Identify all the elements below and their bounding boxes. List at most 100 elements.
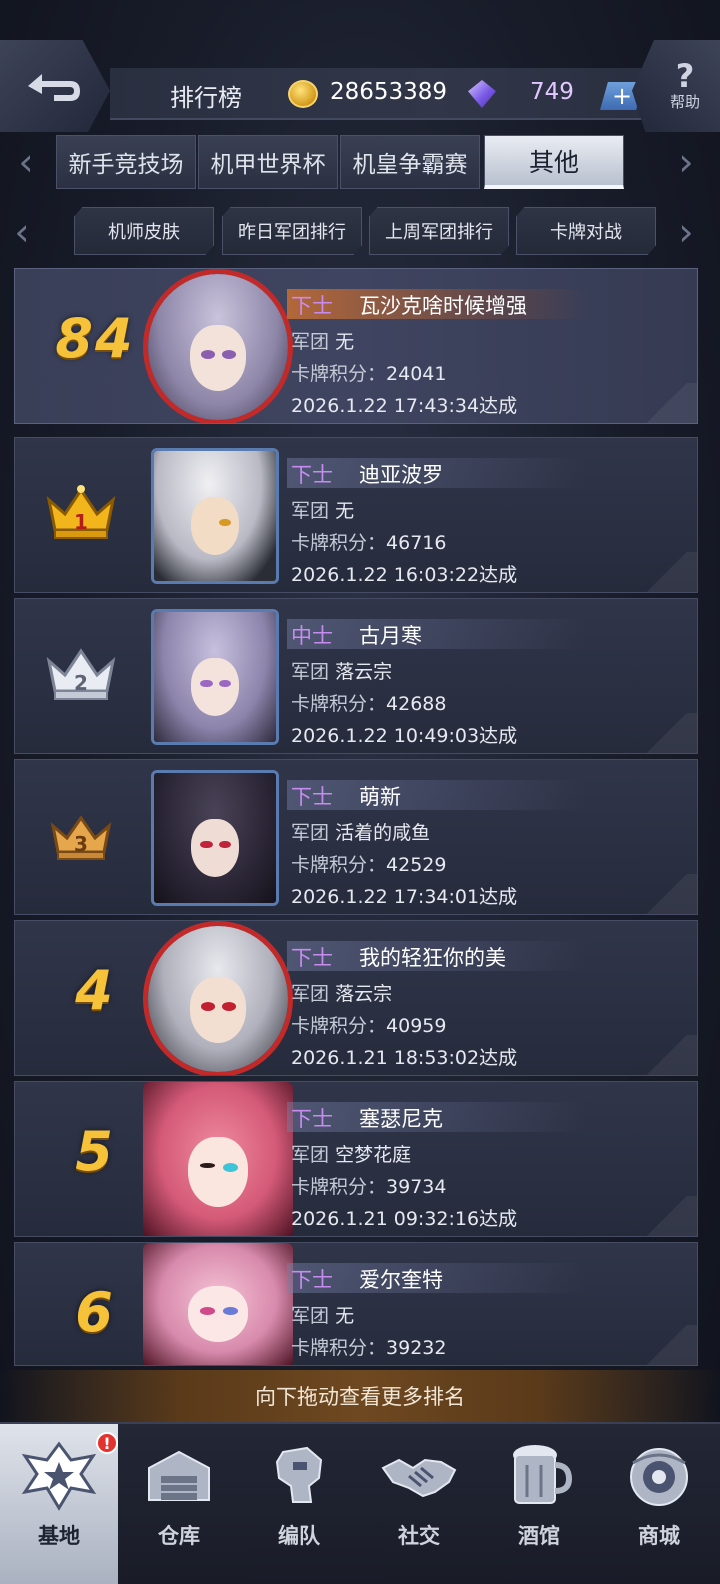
avatar (143, 269, 293, 423)
legion-label: 军团 (291, 1144, 330, 1166)
rank-number: 3 (74, 832, 88, 856)
beer-mug-icon (499, 1440, 579, 1512)
scroll-hint: 向下拖动查看更多排名 (0, 1370, 720, 1422)
subtab-yesterday-legion[interactable]: 昨日军团排行 (222, 207, 362, 255)
subtabs-left-chevron-icon[interactable]: ‹ (2, 202, 42, 262)
score-label: 卡牌积分： (291, 693, 387, 715)
legion-label: 军团 (291, 983, 330, 1005)
my-rank-row[interactable]: 84 下士 瓦沙克啥时候增强 军团 无 卡牌积分：24041 2026.1.22… (14, 268, 698, 424)
page-title: 排行榜 (170, 84, 242, 112)
rank-number: 4 (75, 959, 115, 1022)
military-rank: 下士 (291, 1268, 333, 1292)
military-rank: 中士 (291, 624, 333, 648)
score-label: 卡牌积分： (291, 363, 387, 385)
tab-newbie-arena[interactable]: 新手竞技场 (56, 135, 196, 189)
player-name: 萌新 (359, 785, 401, 809)
nav-shop[interactable]: 商城 (600, 1424, 718, 1584)
tab-mech-king-contest[interactable]: 机皇争霸赛 (340, 135, 480, 189)
nav-label: 基地 (38, 1523, 80, 1548)
avatar (143, 1243, 293, 1365)
military-rank: 下士 (291, 946, 333, 970)
my-rank-number: 84 (55, 307, 135, 370)
tabs-right-chevron-icon[interactable]: › (666, 132, 706, 192)
rank-number: 2 (74, 671, 88, 695)
nav-team[interactable]: 编队 (240, 1424, 358, 1584)
subtab-lastweek-legion[interactable]: 上周军团排行 (369, 207, 509, 255)
achieved-time: 2026.1.21 18:53:02达成 (291, 1047, 518, 1069)
mech-team-icon (259, 1440, 339, 1512)
legion-value: 无 (335, 331, 355, 353)
avatar (151, 448, 279, 584)
coin-balance: 28653389 (330, 79, 448, 105)
score-label: 卡牌积分： (291, 532, 387, 554)
nav-label: 编队 (278, 1523, 320, 1548)
player-name: 塞瑟尼克 (359, 1107, 443, 1131)
base-emblem-icon (19, 1440, 99, 1512)
nav-base[interactable]: 基地 ! (0, 1424, 118, 1584)
nav-label: 仓库 (158, 1523, 200, 1548)
nav-label: 酒馆 (518, 1523, 560, 1548)
rank-number: 6 (75, 1281, 115, 1344)
achieved-time: 2026.1.22 10:49:03达成 (291, 725, 518, 747)
player-name: 我的轻狂你的美 (359, 946, 506, 970)
rank-row[interactable]: 4 下士 我的轻狂你的美 军团 落云宗 卡牌积分：40959 2026.1.21… (14, 920, 698, 1076)
shop-orb-icon (619, 1440, 699, 1512)
achieved-time: 2026.1.22 16:03:22达成 (291, 564, 518, 586)
legion-value: 落云宗 (335, 983, 393, 1005)
main-tab-bar: ‹ 新手竞技场 机甲世界杯 机皇争霸赛 其他 › (0, 132, 720, 192)
achieved-time: 2026.1.22 17:43:34达成 (291, 395, 518, 417)
score-label: 卡牌积分： (291, 1176, 387, 1198)
achieved-time: 2026.1.21 09:32:16达成 (291, 1208, 518, 1230)
score-label: 卡牌积分： (291, 1337, 387, 1359)
tabs-left-chevron-icon[interactable]: ‹ (6, 132, 46, 192)
subtab-card-battle[interactable]: 卡牌对战 (516, 207, 656, 255)
rank-row[interactable]: 3 下士 萌新 军团 活着的咸鱼 卡牌积分：42529 2026.1.22 17… (14, 759, 698, 915)
legion-value: 无 (335, 1305, 355, 1327)
warehouse-icon (139, 1440, 219, 1512)
score-value: 42529 (386, 854, 447, 876)
rank-number: 5 (75, 1120, 115, 1183)
legion-label: 军团 (291, 822, 330, 844)
avatar (151, 770, 279, 906)
score-value: 46716 (386, 532, 447, 554)
back-button[interactable] (0, 40, 110, 132)
nav-label: 商城 (638, 1523, 680, 1548)
legion-value: 活着的咸鱼 (335, 822, 431, 844)
subtab-pilot-skin[interactable]: 机师皮肤 (74, 207, 214, 255)
legion-value: 空梦花庭 (335, 1144, 412, 1166)
avatar (143, 1082, 293, 1236)
tab-other[interactable]: 其他 (484, 135, 624, 189)
nav-tavern[interactable]: 酒馆 (480, 1424, 598, 1584)
military-rank: 下士 (291, 1107, 333, 1131)
score-value: 39734 (386, 1176, 447, 1198)
score-label: 卡牌积分： (291, 854, 387, 876)
player-name: 瓦沙克啥时候增强 (359, 294, 527, 318)
rank-row[interactable]: 5 下士 塞瑟尼克 军团 空梦花庭 卡牌积分：39734 2026.1.21 0… (14, 1081, 698, 1237)
help-label: 帮助 (669, 92, 700, 111)
back-arrow-icon (28, 74, 80, 101)
rank-row[interactable]: 1 下士 迪亚波罗 军团 无 卡牌积分：46716 2026.1.22 16:0… (14, 437, 698, 593)
nav-warehouse[interactable]: 仓库 (120, 1424, 238, 1584)
handshake-icon (379, 1440, 459, 1512)
tab-mech-world-cup[interactable]: 机甲世界杯 (198, 135, 338, 189)
legion-label: 军团 (291, 500, 330, 522)
rank-row[interactable]: 6 下士 爱尔奎特 军团 无 卡牌积分：39232 (14, 1242, 698, 1366)
crystal-balance: 749 (530, 79, 574, 105)
top-bar: 排行榜 28653389 749 + ? 帮助 (0, 0, 720, 132)
score-value: 40959 (386, 1015, 447, 1037)
avatar (151, 609, 279, 745)
nav-social[interactable]: 社交 (360, 1424, 478, 1584)
player-name: 古月寒 (359, 624, 422, 648)
legion-value: 落云宗 (335, 661, 393, 683)
legion-value: 无 (335, 500, 355, 522)
military-rank: 下士 (291, 294, 333, 318)
achieved-time: 2026.1.22 17:34:01达成 (291, 886, 518, 908)
player-name: 迪亚波罗 (359, 463, 443, 487)
score-value: 42688 (386, 693, 447, 715)
rank-number: 1 (74, 510, 88, 534)
rank-row[interactable]: 2 中士 古月寒 军团 落云宗 卡牌积分：42688 2026.1.22 10:… (14, 598, 698, 754)
nav-label: 社交 (398, 1523, 440, 1548)
legion-label: 军团 (291, 331, 330, 353)
help-button[interactable]: ? 帮助 (632, 40, 720, 132)
subtabs-right-chevron-icon[interactable]: › (666, 202, 706, 262)
